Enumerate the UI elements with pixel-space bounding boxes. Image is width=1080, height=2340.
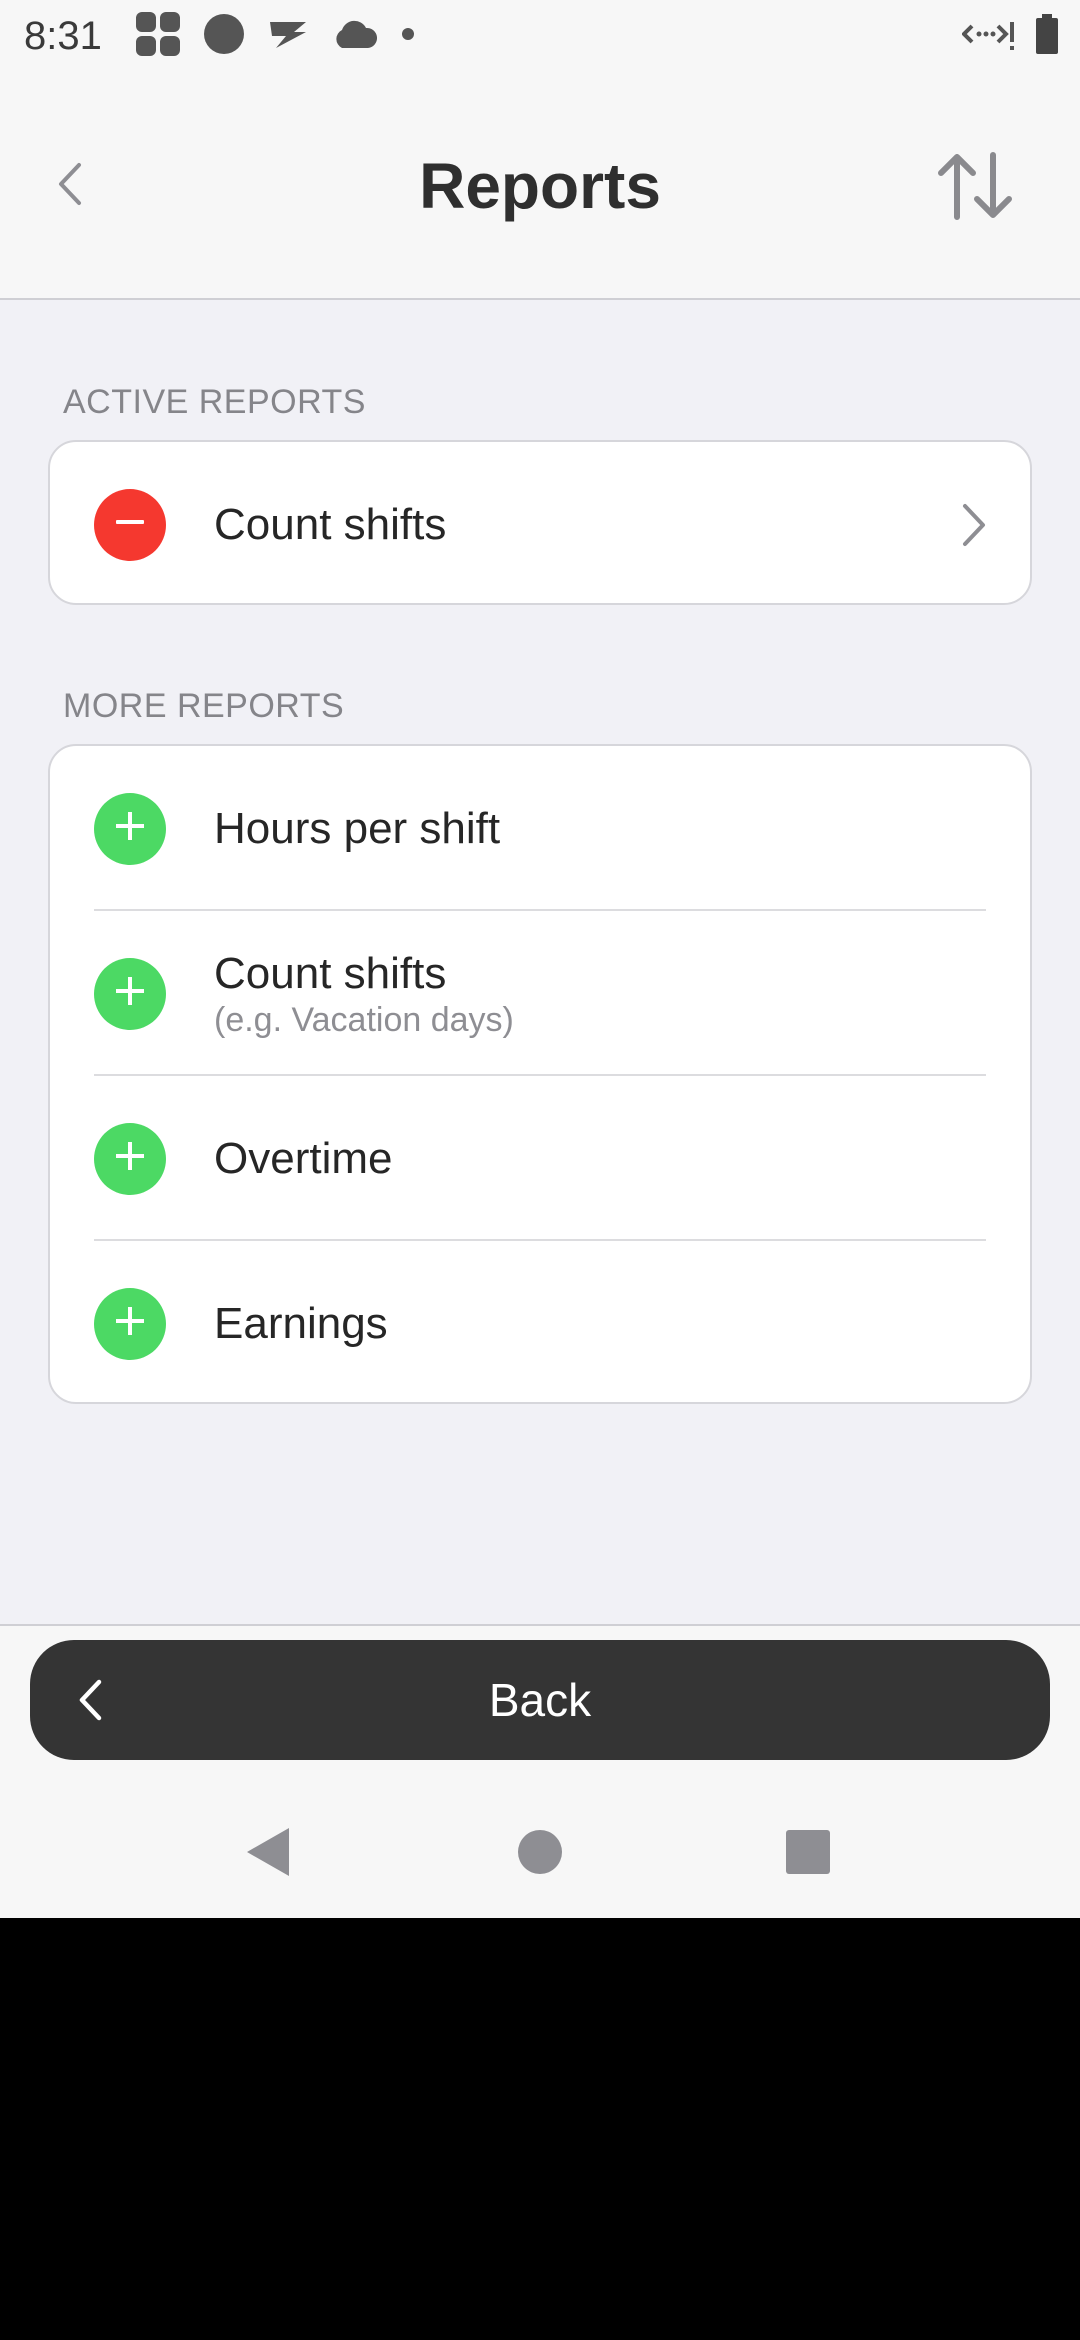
- nav-home-icon[interactable]: [508, 1820, 572, 1884]
- minus-icon: [110, 502, 150, 547]
- page-title: Reports: [419, 150, 661, 222]
- nav-back-icon[interactable]: [236, 1820, 300, 1884]
- active-reports-card: Count shifts: [48, 440, 1032, 605]
- back-button-label: Back: [488, 1674, 592, 1726]
- add-report-button[interactable]: [94, 957, 166, 1030]
- status-icons-right: [961, 12, 1060, 61]
- status-icons-left: [134, 10, 418, 63]
- sort-arrows-icon: [935, 151, 1015, 226]
- active-reports-label: ACTIVE REPORTS: [63, 383, 366, 421]
- active-report-text: Count shifts: [214, 499, 950, 551]
- chevron-right-icon: [954, 495, 994, 555]
- active-report-title: Count shifts: [214, 499, 447, 549]
- status-bar: 8:31: [0, 0, 1080, 72]
- more-report-text: Count shifts (e.g. Vacation days): [214, 948, 950, 1040]
- status-time: 8:31: [24, 14, 102, 58]
- more-report-row[interactable]: Hours per shift: [50, 746, 1030, 911]
- active-report-row[interactable]: Count shifts: [50, 442, 1030, 603]
- more-report-title: Count shifts: [214, 948, 447, 998]
- more-report-subtitle: (e.g. Vacation days): [214, 1000, 514, 1039]
- battery-icon: [1034, 12, 1060, 61]
- plus-icon: [110, 806, 150, 851]
- app-header: Reports: [0, 72, 1080, 300]
- plus-icon: [110, 1136, 150, 1181]
- add-report-button[interactable]: [94, 1122, 166, 1195]
- more-report-text: Hours per shift: [214, 803, 950, 855]
- back-button[interactable]: Back: [30, 1640, 1050, 1760]
- cloud-icon: [330, 14, 378, 59]
- more-report-title: Hours per shift: [214, 803, 501, 853]
- more-report-title: Earnings: [214, 1298, 388, 1348]
- more-report-text: Overtime: [214, 1133, 950, 1185]
- more-report-row[interactable]: Earnings: [50, 1241, 1030, 1402]
- plus-icon: [110, 1301, 150, 1346]
- grid-app-icon: [134, 10, 182, 63]
- more-reports-label: MORE REPORTS: [63, 687, 345, 725]
- more-report-title: Overtime: [214, 1133, 393, 1183]
- more-report-row[interactable]: Count shifts (e.g. Vacation days): [50, 911, 1030, 1076]
- remove-report-button[interactable]: [94, 488, 166, 561]
- circle-app-icon: [202, 12, 246, 61]
- more-reports-card: Hours per shift Count shifts (e.g. Vacat…: [48, 744, 1032, 1404]
- data-sync-icon: [961, 14, 1016, 59]
- more-report-text: Earnings: [214, 1298, 950, 1350]
- plus-icon: [110, 971, 150, 1016]
- dot-icon: [398, 24, 418, 49]
- screen: 8:31 Reports ACTIVE REPORTS Count shifts…: [0, 0, 1080, 1918]
- fast-forward-app-icon: [266, 12, 310, 61]
- more-report-row[interactable]: Overtime: [50, 1076, 1030, 1241]
- add-report-button[interactable]: [94, 792, 166, 865]
- nav-recents-icon[interactable]: [776, 1820, 840, 1884]
- add-report-button[interactable]: [94, 1287, 166, 1360]
- sort-button[interactable]: [930, 148, 1020, 228]
